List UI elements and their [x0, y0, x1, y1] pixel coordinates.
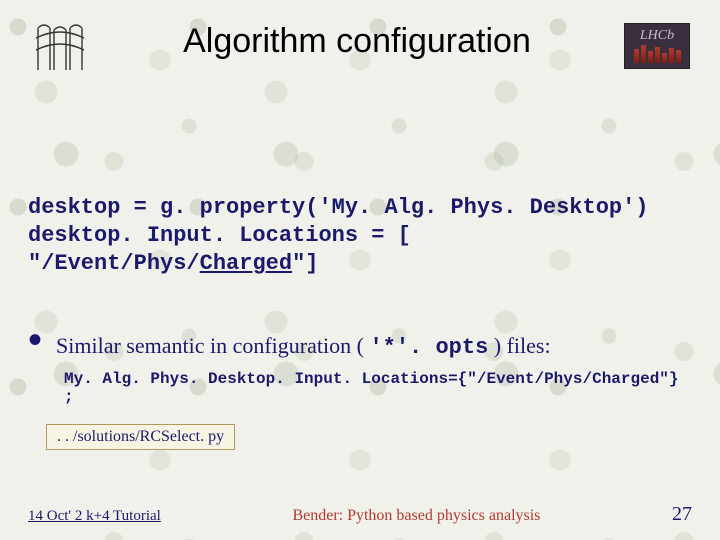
code-line-3: "/Event/Phys/Charged"] — [28, 250, 692, 278]
code-line-3-suffix: "] — [292, 251, 318, 276]
bullet-row: • Similar semantic in configuration ( '*… — [28, 330, 692, 360]
footer: 14 Oct' 2 k+4 Tutorial Bender: Python ba… — [28, 503, 692, 526]
footer-date: 14 Oct' 2 k+4 Tutorial — [28, 508, 161, 525]
code-line-3-underlined: Charged — [200, 251, 292, 276]
opts-config-line: My. Alg. Phys. Desktop. Input. Locations… — [64, 370, 692, 406]
slide: Algorithm configuration LHCb desktop = g… — [0, 0, 720, 540]
header-row: Algorithm configuration LHCb — [28, 18, 692, 74]
code-block: desktop = g. property('My. Alg. Phys. De… — [28, 194, 692, 278]
code-line-1: desktop = g. property('My. Alg. Phys. De… — [28, 194, 692, 222]
bullet-text-before: Similar semantic in configuration ( — [56, 333, 369, 358]
page-number: 27 — [672, 503, 692, 526]
lhcb-logo-icon: LHCb — [622, 18, 692, 74]
bullet-text-after: ) files: — [488, 333, 550, 358]
footer-subtitle: Bender: Python based physics analysis — [292, 507, 540, 525]
lhcb-bars-icon — [634, 45, 681, 63]
lhcb-logo-text: LHCb — [640, 29, 674, 43]
bullet-icon: • — [28, 330, 42, 350]
feynman-logo-icon — [28, 18, 92, 74]
code-line-3-prefix: "/Event/Phys/ — [28, 251, 200, 276]
bullet-text: Similar semantic in configuration ( '*'.… — [56, 333, 551, 360]
code-line-2: desktop. Input. Locations = [ — [28, 222, 692, 250]
solution-path-box: . . /solutions/RCSelect. py — [46, 424, 235, 450]
bullet-mono: '*'. opts — [369, 335, 488, 360]
slide-title: Algorithm configuration — [104, 18, 610, 61]
